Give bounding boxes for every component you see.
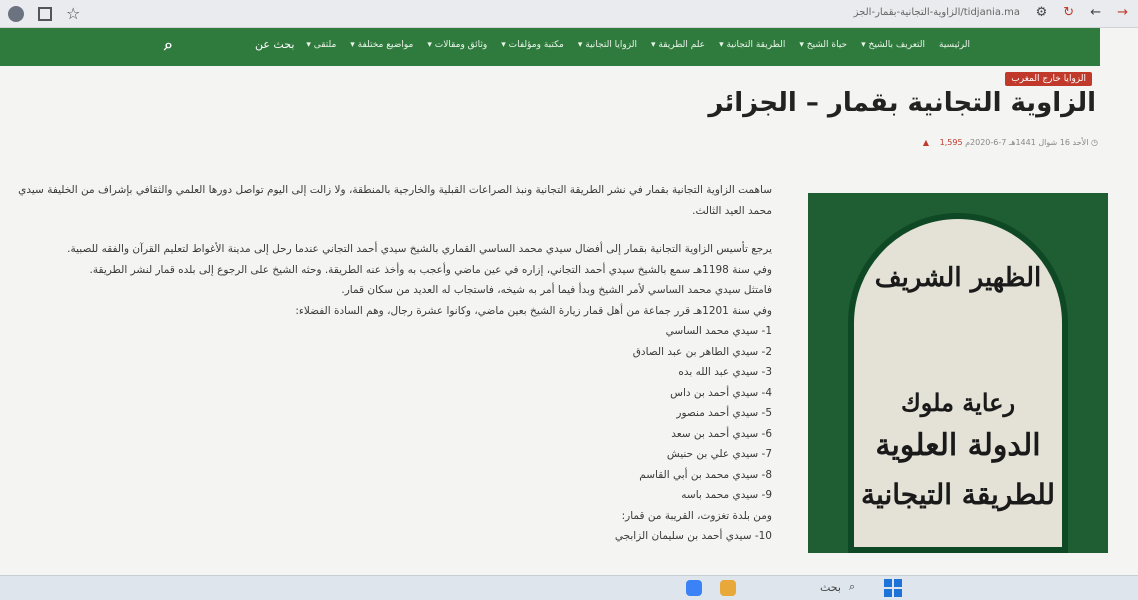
article-meta: ◷ الأحد 16 شوال 1441هـ 7-6-2020م 1,595 ▲ — [915, 138, 1098, 147]
list-item: 4- سيدي أحمد بن داس — [670, 386, 772, 399]
nav-item-tariqa-science[interactable]: علم الطريقة ▾ — [651, 40, 705, 50]
banner-line-1: الظهير الشريف — [874, 263, 1042, 293]
list-item: 7- سيدي علي بن حنيش — [666, 448, 772, 460]
app-icon[interactable] — [720, 580, 736, 596]
os-taskbar: بحث ⌕ — [0, 575, 1138, 600]
nav-item-forum[interactable]: ملتقى ▾ — [306, 40, 336, 50]
app-icon[interactable] — [686, 580, 702, 596]
list-item: 9- سيدي محمد باسه — [681, 489, 772, 501]
clock-icon: ◷ — [1088, 138, 1098, 147]
page-title: الزاوية التجانية بقمار – الجزائر — [708, 88, 1096, 118]
nav-item-sheikh-life[interactable]: حياة الشيخ ▾ — [799, 40, 847, 50]
search-icon: ⌕ — [848, 580, 856, 593]
fire-icon: ▲ — [922, 138, 930, 147]
views-count: 1,595 — [939, 138, 963, 147]
taskbar-search[interactable]: بحث ⌕ — [820, 580, 855, 594]
article-body: ساهمت الزاوية التجانية بقمار في نشر الطر… — [12, 180, 772, 547]
nav-menu: الرئيسية التعريف بالشيخ ▾ حياة الشيخ ▾ ا… — [306, 40, 970, 50]
reload-icon[interactable]: ↻ — [1063, 5, 1074, 20]
taskbar-search-label: بحث — [820, 580, 841, 594]
nav-item-home[interactable]: الرئيسية — [939, 40, 970, 50]
nav-item-zawiyas[interactable]: الزوايا التجانية ▾ — [578, 40, 637, 50]
article-date: الأحد 16 شوال 1441هـ 7-6-2020م — [965, 138, 1089, 147]
list-item: 5- سيدي أحمد منصور — [676, 407, 772, 419]
banner-line-2: رعاية ملوك — [900, 388, 1016, 417]
address-bar[interactable]: tidjania.ma/الزاوية-التجانية-بقمار-الجز — [854, 7, 1020, 18]
nav-search-label[interactable]: بحث عن — [255, 38, 294, 51]
list-item: 6- سيدي أحمد بن سعد — [671, 427, 772, 440]
search-icon[interactable]: ⌕ — [164, 35, 173, 55]
list-item: ومن بلدة تغزوت، القريبة من قمار: — [621, 509, 772, 522]
nav-item-topics[interactable]: مواضيع مختلفة ▾ — [350, 40, 413, 50]
category-tag[interactable]: الزوايا خارج المغرب — [1005, 72, 1092, 86]
banner-line-4: للطريقة التيجانية — [860, 478, 1055, 511]
list-item: 2- سيدي الطاهر بن عبد الصادق — [632, 345, 772, 358]
article-paragraph: وفي سنة 1201هـ قرر جماعة من أهل قمار زيا… — [295, 304, 772, 317]
browser-toolbar: ☆ tidjania.ma/الزاوية-التجانية-بقمار-الج… — [0, 0, 1138, 28]
banner-line-3: الدولة العلوية — [875, 428, 1041, 463]
list-item: 8- سيدي محمد بن أبي القاسم — [639, 468, 772, 481]
article-paragraph: ساهمت الزاوية التجانية بقمار في نشر الطر… — [18, 184, 772, 217]
settings-icon[interactable]: ⚙ — [1036, 5, 1048, 20]
star-icon[interactable]: ☆ — [66, 4, 80, 23]
main-navbar: الرئيسية التعريف بالشيخ ▾ حياة الشيخ ▾ ا… — [0, 28, 1100, 66]
browser-left-controls: ☆ — [8, 4, 80, 23]
article-paragraph: يرجع تأسيس الزاوية التجانية بقمار إلى أف… — [67, 243, 772, 255]
nav-item-documents[interactable]: وثائق ومقالات ▾ — [427, 40, 487, 50]
list-item: 10- سيدي أحمد بن سليمان الزابجي — [614, 530, 772, 542]
royal-decree-banner[interactable]: الظهير الشريف رعاية ملوك الدولة العلوية … — [808, 193, 1108, 553]
article-paragraph: وفي سنة 1198هـ سمع بالشيخ سيدي أحمد التج… — [89, 263, 772, 276]
forward-icon[interactable]: → — [1117, 5, 1128, 20]
back-icon[interactable]: ← — [1090, 5, 1101, 20]
nav-item-tariqa[interactable]: الطريقة التجانية ▾ — [719, 40, 785, 50]
tab-icon[interactable] — [38, 6, 52, 21]
article-paragraph: فامتثل سيدي محمد الساسي لأمر الشيخ وبدأ … — [341, 284, 772, 296]
nav-item-about-sheikh[interactable]: التعريف بالشيخ ▾ — [861, 40, 925, 50]
browser-nav-controls: ⚙ ↻ ← → — [1036, 5, 1128, 20]
profile-icon[interactable] — [8, 5, 24, 22]
nav-item-library[interactable]: مكتبة ومؤلفات ▾ — [501, 40, 564, 50]
list-item: 3- سيدي عبد الله بده — [678, 366, 772, 378]
windows-start-icon[interactable] — [884, 579, 902, 597]
list-item: 1- سيدي محمد الساسي — [665, 325, 772, 337]
